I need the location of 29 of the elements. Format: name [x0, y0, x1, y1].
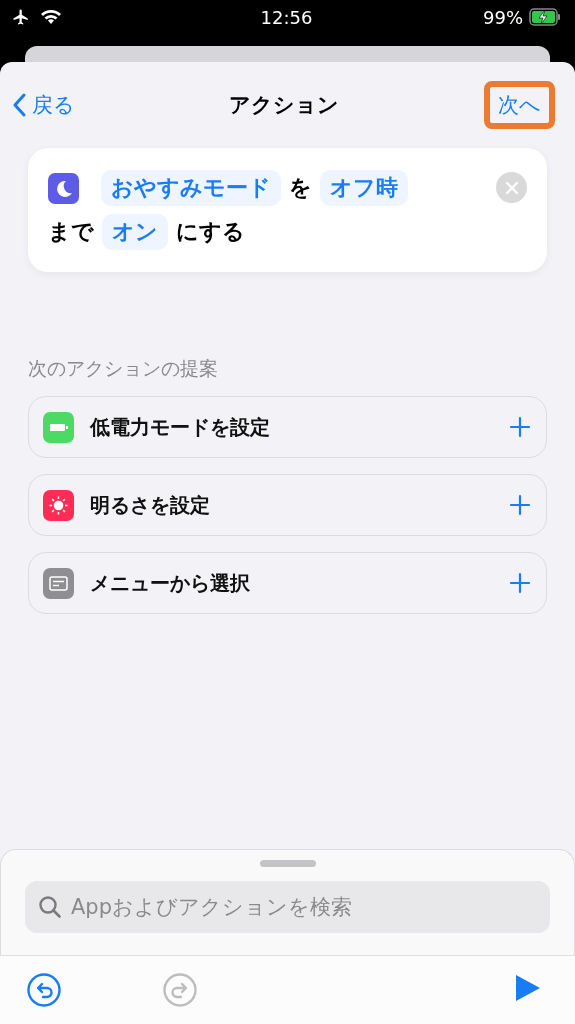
drag-handle[interactable]	[259, 860, 316, 867]
suggestion-label: メニューから選択	[90, 569, 251, 597]
add-button[interactable]	[508, 493, 532, 517]
suggestion-row[interactable]: 低電力モードを設定	[28, 396, 547, 458]
add-button[interactable]	[508, 415, 532, 439]
next-button[interactable]: 次へ	[484, 81, 555, 129]
action-text: を	[289, 174, 312, 202]
suggestion-row[interactable]: メニューから選択	[28, 552, 547, 614]
section-header: 次のアクションの提案	[28, 356, 219, 381]
parameter-token[interactable]: オフ時	[320, 170, 408, 206]
search-field[interactable]: Appおよびアクションを検索	[25, 881, 550, 933]
parameter-token[interactable]: おやすみモード	[101, 170, 281, 206]
chevron-left-icon	[12, 93, 26, 117]
suggestion-label: 明るさを設定	[90, 491, 211, 519]
undo-button[interactable]	[26, 972, 62, 1008]
parameter-token[interactable]: オン	[102, 214, 168, 250]
wifi-icon	[40, 9, 62, 25]
add-button[interactable]	[508, 571, 532, 595]
battery-percentage: 99%	[483, 6, 523, 28]
status-time: 12:56	[260, 6, 313, 28]
back-button[interactable]: 戻る	[12, 91, 142, 119]
moon-icon	[48, 172, 79, 204]
action-text: にする	[176, 218, 245, 246]
search-icon	[37, 894, 63, 920]
suggestion-row[interactable]: 明るさを設定	[28, 474, 547, 536]
nav-title: アクション	[228, 92, 339, 119]
suggestion-label: 低電力モードを設定	[90, 413, 271, 441]
close-icon	[504, 180, 519, 195]
action-text: まで	[48, 218, 94, 246]
